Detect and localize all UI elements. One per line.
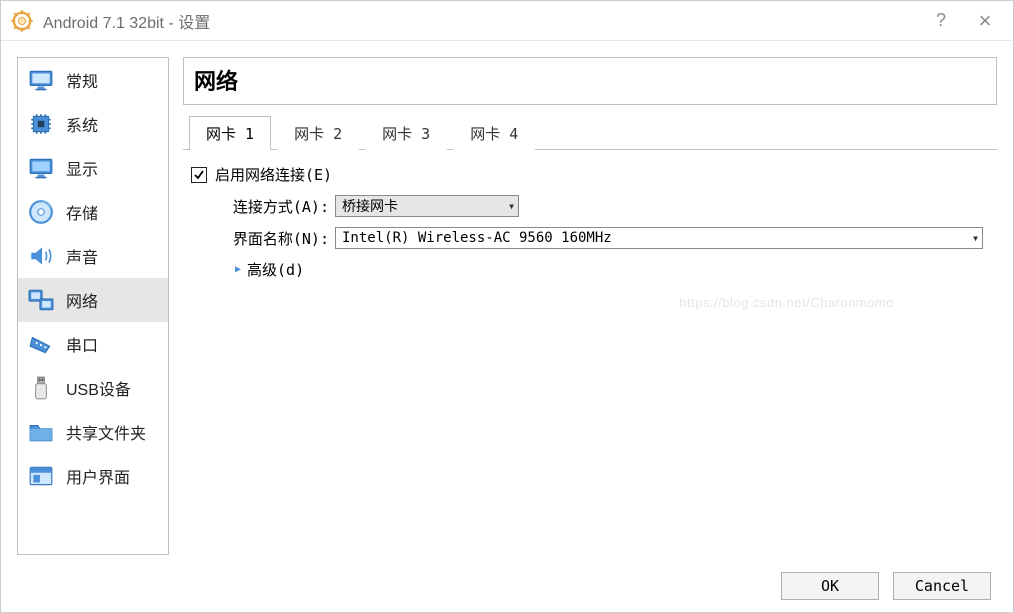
help-button[interactable]: ? — [919, 2, 963, 40]
iface-label: 界面名称(N): — [219, 228, 329, 249]
sidebar-item-serial[interactable]: 串口 — [18, 322, 168, 366]
advanced-row[interactable]: ▶ 高级(d) — [191, 259, 989, 280]
sidebar-item-label: 串口 — [66, 332, 98, 356]
display-icon — [28, 155, 54, 181]
cancel-button[interactable]: Cancel — [893, 572, 991, 600]
main-panel: 网络 网卡 1 网卡 2 网卡 3 网卡 4 启用网络连接(E) 连接方式(A)… — [183, 57, 997, 559]
sidebar-item-system[interactable]: 系统 — [18, 102, 168, 146]
sidebar-item-shared[interactable]: 共享文件夹 — [18, 410, 168, 454]
sidebar-item-label: USB设备 — [66, 376, 131, 400]
disk-icon — [28, 199, 54, 225]
ok-button[interactable]: OK — [781, 572, 879, 600]
adapter-tabs: 网卡 1 网卡 2 网卡 3 网卡 4 — [183, 115, 997, 150]
app-icon — [11, 10, 33, 32]
iface-select[interactable]: Intel(R) Wireless-AC 9560 160MHz ▼ — [335, 227, 983, 249]
section-title-box: 网络 — [183, 57, 997, 105]
section-title: 网络 — [194, 64, 986, 96]
tab-adapter-4[interactable]: 网卡 4 — [453, 116, 535, 150]
enable-row: 启用网络连接(E) — [191, 164, 989, 185]
tab-adapter-2[interactable]: 网卡 2 — [277, 116, 359, 150]
sidebar: 常规 系统 显示 存储 声音 网络 串口 USB设备 — [17, 57, 169, 555]
folder-icon — [28, 419, 54, 445]
sidebar-item-label: 用户界面 — [66, 464, 130, 488]
sidebar-item-label: 共享文件夹 — [66, 420, 146, 444]
iface-value: Intel(R) Wireless-AC 9560 160MHz — [342, 230, 612, 246]
usb-icon — [28, 375, 54, 401]
enable-checkbox[interactable] — [191, 167, 207, 183]
advanced-label: 高级(d) — [247, 259, 304, 280]
chevron-down-icon: ▼ — [509, 202, 514, 211]
window-icon — [28, 463, 54, 489]
iface-row: 界面名称(N): Intel(R) Wireless-AC 9560 160MH… — [191, 227, 989, 249]
sidebar-item-label: 存储 — [66, 200, 98, 224]
monitor-icon — [28, 67, 54, 93]
network-icon — [28, 287, 54, 313]
sidebar-item-label: 系统 — [66, 112, 98, 136]
sidebar-item-label: 网络 — [66, 288, 98, 312]
chevron-down-icon: ▼ — [973, 234, 978, 243]
conn-label: 连接方式(A): — [219, 196, 329, 217]
sidebar-item-label: 声音 — [66, 244, 98, 268]
sidebar-item-ui[interactable]: 用户界面 — [18, 454, 168, 498]
footer: OK Cancel — [1, 559, 1013, 613]
sidebar-item-display[interactable]: 显示 — [18, 146, 168, 190]
sidebar-item-general[interactable]: 常规 — [18, 58, 168, 102]
sidebar-item-audio[interactable]: 声音 — [18, 234, 168, 278]
tab-adapter-1[interactable]: 网卡 1 — [189, 116, 271, 150]
conn-select[interactable]: 桥接网卡 ▼ — [335, 195, 519, 217]
chip-icon — [28, 111, 54, 137]
sidebar-item-network[interactable]: 网络 — [18, 278, 168, 322]
triangle-right-icon: ▶ — [235, 264, 241, 275]
sidebar-item-storage[interactable]: 存储 — [18, 190, 168, 234]
enable-label: 启用网络连接(E) — [215, 164, 332, 185]
titlebar: Android 7.1 32bit - 设置 ? × — [1, 1, 1013, 41]
tab-adapter-3[interactable]: 网卡 3 — [365, 116, 447, 150]
serial-icon — [28, 331, 54, 357]
speaker-icon — [28, 243, 54, 269]
conn-row: 连接方式(A): 桥接网卡 ▼ — [191, 195, 989, 217]
window-title: Android 7.1 32bit - 设置 — [43, 9, 919, 33]
form-area: 启用网络连接(E) 连接方式(A): 桥接网卡 ▼ 界面名称(N): Intel… — [183, 150, 997, 298]
sidebar-item-label: 常规 — [66, 68, 98, 92]
sidebar-item-usb[interactable]: USB设备 — [18, 366, 168, 410]
sidebar-item-label: 显示 — [66, 156, 98, 180]
conn-value: 桥接网卡 — [342, 196, 398, 216]
content-area: 常规 系统 显示 存储 声音 网络 串口 USB设备 — [1, 41, 1013, 559]
close-button[interactable]: × — [963, 2, 1007, 40]
